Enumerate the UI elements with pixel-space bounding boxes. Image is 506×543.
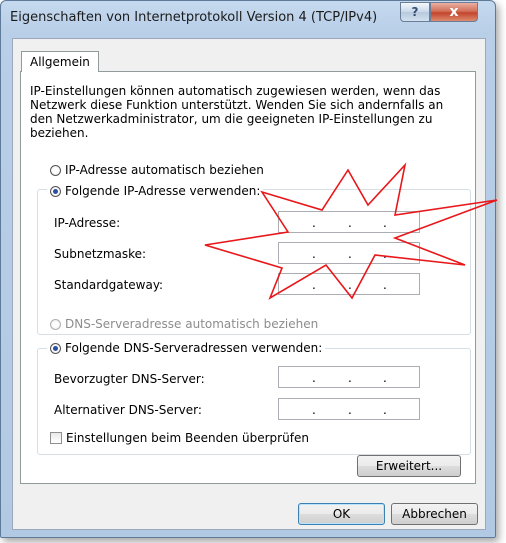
dialog-client: Allgemein IP-Einstellungen können automa… [12,38,486,530]
ip-auto-radio[interactable] [50,164,61,176]
window-title: Eigenschaften von Internetprotokoll Vers… [10,10,378,25]
description-text: IP-Einstellungen können automatisch zuge… [30,84,444,140]
dns-manual-radio[interactable] [50,342,61,354]
dns-auto-radio-row[interactable]: DNS-Serveradresse automatisch beziehen [50,316,318,332]
default-gateway-input[interactable]: ... [278,273,420,295]
dialog-window: Eigenschaften von Internetprotokoll Vers… [0,0,496,538]
preferred-dns-input[interactable]: ... [278,366,420,388]
ip-auto-radio-row[interactable]: IP-Adresse automatisch beziehen [50,162,264,178]
validate-label: Einstellungen beim Beenden überprüfen [66,431,309,445]
preferred-dns-label: Bevorzugter DNS-Server: [54,372,205,386]
cancel-button[interactable]: Abbrechen [391,503,478,525]
default-gateway-label: Standardgateway: [54,278,164,292]
alternate-dns-input[interactable]: ... [278,398,420,420]
dns-manual-label: Folgende DNS-Serveradressen verwenden: [65,341,323,355]
ip-manual-radio-row[interactable]: Folgende IP-Adresse verwenden: [47,183,264,199]
validate-checkbox[interactable] [50,432,62,444]
tab-allgemein[interactable]: Allgemein [21,51,99,72]
title-bar[interactable]: Eigenschaften von Internetprotokoll Vers… [1,1,495,33]
dns-auto-radio[interactable] [50,318,61,330]
advanced-button[interactable]: Erweitert... [357,455,461,477]
dns-auto-label: DNS-Serveradresse automatisch beziehen [65,317,319,331]
dns-manual-radio-row[interactable]: Folgende DNS-Serveradressen verwenden: [47,340,326,356]
subnet-mask-label: Subnetzmaske: [54,247,147,261]
close-button[interactable]: x [430,2,478,22]
ip-auto-label: IP-Adresse automatisch beziehen [65,163,264,177]
ip-manual-label: Folgende IP-Adresse verwenden: [65,184,261,198]
ip-address-label: IP-Adresse: [54,216,121,230]
validate-row[interactable]: Einstellungen beim Beenden überprüfen [50,431,309,445]
ok-button[interactable]: OK [298,503,385,525]
tab-panel: IP-Einstellungen können automatisch zuge… [20,71,476,484]
help-button[interactable]: ? [400,2,430,22]
alternate-dns-label: Alternativer DNS-Server: [54,403,202,417]
ip-address-input[interactable]: ... [278,211,420,233]
subnet-mask-input[interactable]: ... [278,242,420,264]
ip-manual-radio[interactable] [50,185,61,197]
